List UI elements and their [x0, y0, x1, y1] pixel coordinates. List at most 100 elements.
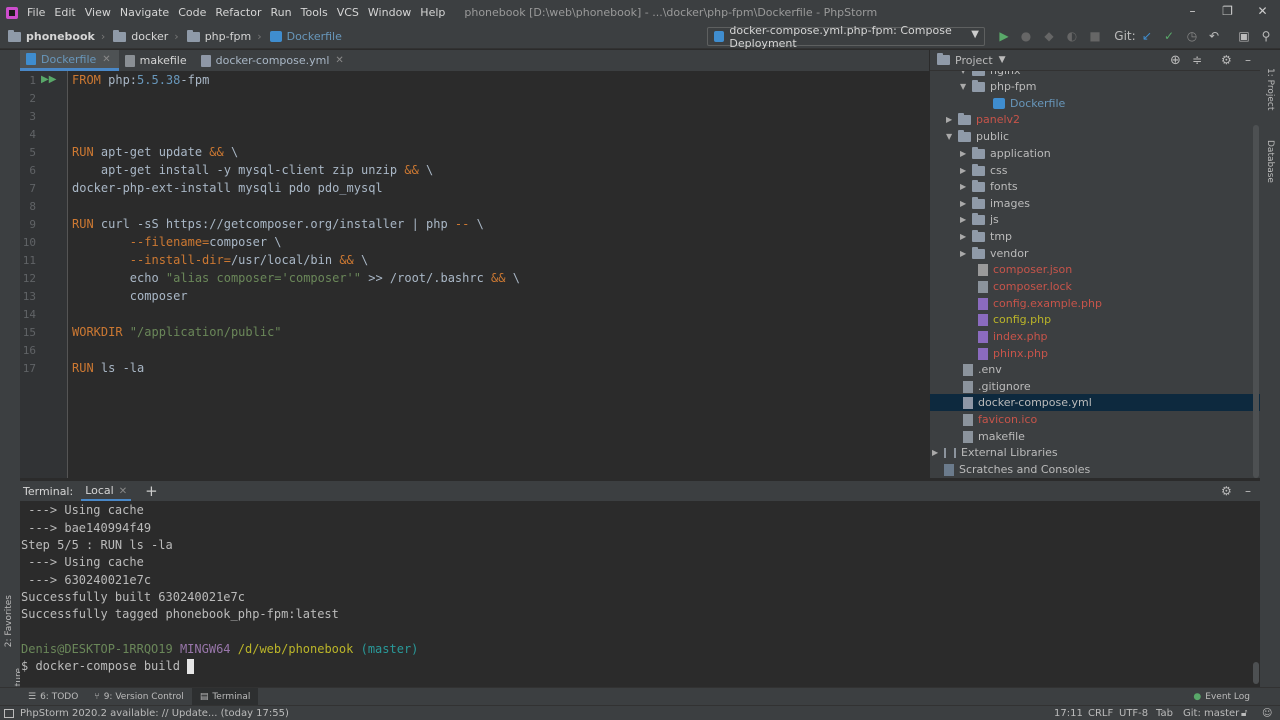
- tree-item-fonts[interactable]: ▶ fonts: [960, 178, 1018, 195]
- docker-compose-icon: [714, 31, 725, 42]
- hide-icon[interactable]: –: [1245, 53, 1251, 67]
- history-icon[interactable]: ◷: [1185, 29, 1199, 43]
- database-tool-button[interactable]: Database: [1265, 140, 1275, 183]
- locate-icon[interactable]: ⊕: [1170, 53, 1181, 68]
- tree-item-makefile[interactable]: makefile: [963, 428, 1025, 445]
- tree-item-composer-json[interactable]: composer.json: [978, 261, 1072, 278]
- tab-docker-compose[interactable]: docker-compose.yml ✕: [195, 50, 352, 71]
- tool-windows-toggle-icon[interactable]: [4, 708, 14, 718]
- restore-icon[interactable]: ❐: [1210, 0, 1245, 25]
- project-tool-button[interactable]: 1: Project: [1265, 68, 1275, 110]
- run-gutter-icon[interactable]: ▶▶: [41, 74, 56, 85]
- tab-label: docker-compose.yml: [215, 54, 330, 67]
- rollback-icon[interactable]: ↶: [1207, 29, 1221, 43]
- breadcrumb-phonebook[interactable]: phonebook ›: [8, 29, 105, 43]
- close-icon[interactable]: ✕: [335, 55, 343, 66]
- menu-vcs[interactable]: VCS: [337, 6, 359, 19]
- terminal-output[interactable]: ---> Using cache ---> bae140994f49 Step …: [20, 501, 1260, 687]
- debug-icon[interactable]: ●: [1019, 29, 1033, 43]
- menu-refactor[interactable]: Refactor: [215, 6, 261, 19]
- tree-item-public[interactable]: ▼ public: [946, 128, 1009, 145]
- tree-item-phinx-php[interactable]: phinx.php: [978, 345, 1048, 362]
- close-icon[interactable]: ✕: [1245, 0, 1280, 25]
- tree-item-js[interactable]: ▶ js: [960, 211, 999, 228]
- tree-item-images[interactable]: ▶ images: [960, 195, 1030, 212]
- minimize-icon[interactable]: –: [1175, 0, 1210, 25]
- search-icon[interactable]: ⚲: [1259, 29, 1273, 43]
- todo-tool-button[interactable]: ☰ 6: TODO: [20, 688, 86, 706]
- git-commit-icon[interactable]: ✓: [1162, 29, 1176, 43]
- code-line-5: RUN apt-get update && \: [72, 145, 238, 159]
- tree-item-env[interactable]: .env: [963, 361, 1002, 378]
- collapse-all-icon[interactable]: ≑: [1192, 53, 1202, 67]
- tab-dockerfile[interactable]: Dockerfile ✕: [20, 50, 119, 71]
- tree-item-docker-compose[interactable]: docker-compose.yml: [930, 394, 1260, 411]
- caret-position[interactable]: 17:11: [1054, 708, 1083, 719]
- tree-item-css[interactable]: ▶ css: [960, 162, 1008, 179]
- tree-item-gitignore[interactable]: .gitignore: [963, 378, 1031, 395]
- gear-icon[interactable]: ⚙: [1221, 484, 1232, 498]
- terminal-command-line[interactable]: $ docker-compose build: [21, 659, 195, 674]
- breadcrumb-docker[interactable]: docker ›: [113, 29, 179, 43]
- tree-item-dockerfile[interactable]: Dockerfile: [993, 95, 1065, 112]
- terminal-scrollbar[interactable]: [1253, 662, 1259, 684]
- tree-item-config-php[interactable]: config.php: [978, 311, 1051, 328]
- menu-code[interactable]: Code: [178, 6, 206, 19]
- folder-icon: [972, 163, 985, 176]
- git-branch[interactable]: Git: master: [1183, 708, 1239, 719]
- project-structure-icon[interactable]: ▣: [1237, 29, 1251, 43]
- menu-run[interactable]: Run: [271, 6, 292, 19]
- menu-edit[interactable]: Edit: [54, 6, 75, 19]
- tree-item-config-example[interactable]: config.example.php: [978, 295, 1102, 312]
- tree-item-vendor[interactable]: ▶ vendor: [960, 245, 1028, 262]
- tree-item-scratches[interactable]: Scratches and Consoles: [944, 461, 1090, 478]
- tree-item-index-php[interactable]: index.php: [978, 328, 1048, 345]
- stop-icon[interactable]: ■: [1088, 29, 1102, 43]
- chevron-down-icon[interactable]: ▼: [999, 55, 1006, 65]
- tree-item-tmp[interactable]: ▶ tmp: [960, 228, 1012, 245]
- menu-navigate[interactable]: Navigate: [120, 6, 169, 19]
- event-log-tool-button[interactable]: ● Event Log: [1185, 688, 1258, 706]
- close-icon[interactable]: ✕: [119, 486, 127, 497]
- tree-item-external-libraries[interactable]: ▶ External Libraries: [932, 444, 1058, 461]
- notifications-icon[interactable]: ☺: [1262, 708, 1272, 719]
- menu-view[interactable]: View: [85, 6, 111, 19]
- menu-tools[interactable]: Tools: [301, 6, 328, 19]
- project-scrollbar[interactable]: [1253, 125, 1259, 478]
- menu-window[interactable]: Window: [368, 6, 411, 19]
- file-encoding[interactable]: UTF-8: [1119, 708, 1148, 719]
- lock-icon[interactable]: 🔓︎: [1241, 708, 1247, 719]
- add-terminal-icon[interactable]: +: [145, 482, 158, 500]
- hide-icon[interactable]: –: [1245, 484, 1251, 498]
- tab-makefile[interactable]: makefile: [119, 50, 195, 71]
- gear-icon[interactable]: ⚙: [1221, 53, 1232, 67]
- tree-item-application[interactable]: ▶ application: [960, 145, 1051, 162]
- line-separator[interactable]: CRLF: [1088, 708, 1113, 719]
- coverage-icon[interactable]: ◆: [1042, 29, 1056, 43]
- tree-item-favicon[interactable]: favicon.ico: [963, 411, 1037, 428]
- version-control-tool-button[interactable]: ⑂ 9: Version Control: [86, 688, 192, 706]
- terminal-tab-local[interactable]: Local ✕: [81, 482, 132, 501]
- favorites-tool-button[interactable]: 2: Favorites: [4, 595, 14, 647]
- git-update-icon[interactable]: ↙: [1140, 29, 1154, 43]
- code-line-11: --install-dir=/usr/local/bin && \: [72, 253, 368, 267]
- terminal-tool-button[interactable]: ▤ Terminal: [191, 687, 259, 706]
- status-message[interactable]: PhpStorm 2020.2 available: // Update... …: [20, 708, 289, 719]
- menu-help[interactable]: Help: [420, 6, 445, 19]
- tree-item-panelv2[interactable]: ▶ panelv2: [946, 111, 1020, 128]
- terminal-line: ---> Using cache: [21, 555, 144, 569]
- breadcrumb-dockerfile[interactable]: Dockerfile: [269, 30, 342, 43]
- tree-item-php-fpm[interactable]: ▼ php-fpm: [960, 78, 1036, 95]
- run-icon[interactable]: ▶: [997, 29, 1011, 43]
- code-text: \: [469, 217, 484, 231]
- project-view-select[interactable]: Project: [955, 54, 993, 67]
- close-icon[interactable]: ✕: [102, 54, 110, 65]
- tree-item-composer-lock[interactable]: composer.lock: [978, 278, 1072, 295]
- code-editor[interactable]: FROM php:5.5.38-fpm RUN apt-get update &…: [68, 71, 930, 478]
- tree-label: favicon.ico: [978, 413, 1038, 426]
- menu-file[interactable]: File: [27, 6, 45, 19]
- run-configuration-select[interactable]: docker-compose.yml.php-fpm: Compose Depl…: [707, 24, 985, 50]
- indent-setting[interactable]: Tab: [1156, 708, 1173, 719]
- breadcrumb-php-fpm[interactable]: php-fpm ›: [186, 29, 262, 43]
- profile-icon[interactable]: ◐: [1065, 29, 1079, 43]
